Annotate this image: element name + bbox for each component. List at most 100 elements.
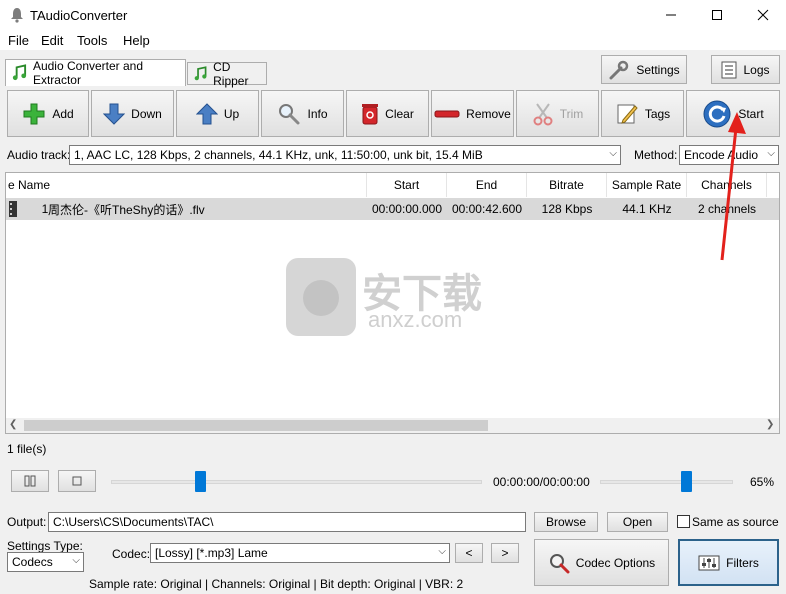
menu-bar: File Edit Tools Help: [0, 30, 786, 50]
menu-tools[interactable]: Tools: [77, 33, 107, 48]
volume-slider-track[interactable]: [600, 480, 733, 484]
chevron-down-icon: ⌵: [72, 555, 80, 566]
codec-label: Codec:: [112, 547, 151, 561]
minimize-icon: [666, 14, 676, 16]
app-bell-icon: [11, 8, 23, 23]
minus-icon: [434, 110, 460, 117]
volume-slider-thumb[interactable]: [681, 471, 693, 492]
method-label: Method:: [634, 148, 678, 162]
tab-cd-ripper-label: CD Ripper: [213, 59, 249, 88]
tags-button-label: Tags: [644, 106, 671, 121]
audio-track-value: 1, AAC LC, 128 Kbps, 2 channels, 44.1 KH…: [74, 148, 483, 162]
menu-file[interactable]: File: [8, 33, 29, 48]
maximize-icon: [712, 10, 722, 20]
player-time: 00:00:00/00:00:00: [493, 475, 590, 489]
scroll-right-icon[interactable]: ❯: [766, 419, 774, 430]
column-header-bitrate[interactable]: Bitrate: [527, 173, 607, 197]
remove-button-label: Remove: [466, 106, 511, 121]
filters-button[interactable]: Filters: [678, 539, 779, 586]
menu-help[interactable]: Help: [123, 33, 150, 48]
settings-type-label: Settings Type:: [7, 539, 83, 553]
settings-type-value: Codecs: [12, 555, 53, 569]
file-count: 1 file(s): [7, 442, 47, 456]
remove-button[interactable]: Remove: [431, 90, 514, 137]
audio-track-label: Audio track:: [7, 148, 71, 162]
column-header-name[interactable]: e Name: [6, 173, 367, 197]
audio-track-select[interactable]: 1, AAC LC, 128 Kbps, 2 channels, 44.1 KH…: [69, 145, 621, 165]
codec-value: [Lossy] [*.mp3] Lame: [155, 546, 268, 560]
chevron-down-icon: ⌵: [609, 148, 617, 159]
settings-button-label: Settings: [636, 62, 680, 77]
plus-icon: [23, 103, 45, 124]
filters-label: Filters: [726, 555, 759, 570]
watermark-shield-icon: [286, 258, 356, 336]
column-header-sample-rate[interactable]: Sample Rate: [607, 173, 687, 197]
menu-edit[interactable]: Edit: [41, 33, 63, 48]
tab-cd-ripper[interactable]: CD Ripper: [187, 59, 267, 88]
tags-button[interactable]: Tags: [601, 90, 684, 137]
trash-can-icon: [362, 103, 379, 124]
row-end: 00:00:42.600: [451, 202, 523, 216]
settings-type-select[interactable]: Codecs ⌵: [7, 552, 84, 572]
codec-next-label: >: [501, 546, 509, 560]
codec-next-button[interactable]: >: [491, 543, 519, 563]
video-file-icon: [9, 201, 17, 217]
settings-button[interactable]: Settings: [601, 55, 687, 84]
up-button[interactable]: Up: [176, 90, 259, 137]
codec-prev-label: <: [465, 546, 473, 560]
browse-button-label: Browse: [545, 515, 586, 529]
logs-button[interactable]: Logs: [711, 55, 780, 84]
column-header-end[interactable]: End: [447, 173, 527, 197]
clear-button[interactable]: Clear: [346, 90, 429, 137]
row-sample-rate: 44.1 KHz: [622, 202, 672, 216]
row-start: 00:00:00.000: [371, 202, 443, 216]
title-bar: TAudioConverter: [0, 0, 786, 30]
position-slider-thumb[interactable]: [195, 471, 207, 492]
add-button[interactable]: Add: [7, 90, 89, 137]
codec-options-label: Codec Options: [575, 555, 656, 570]
output-path-value: C:\Users\CS\Documents\TAC\: [53, 515, 214, 529]
info-button[interactable]: Info: [261, 90, 344, 137]
open-button[interactable]: Open: [607, 512, 668, 532]
chevron-down-icon: ⌵: [438, 546, 446, 557]
scroll-left-icon[interactable]: ❮: [9, 419, 17, 430]
column-header-start[interactable]: Start: [367, 173, 447, 197]
browse-button[interactable]: Browse: [534, 512, 598, 532]
output-path-field[interactable]: C:\Users\CS\Documents\TAC\: [48, 512, 526, 532]
equalizer-filter-icon: [698, 555, 720, 570]
close-button[interactable]: [740, 0, 786, 30]
codec-prev-button[interactable]: <: [455, 543, 483, 563]
arrow-down-icon: [103, 103, 126, 125]
minimize-button[interactable]: [648, 0, 694, 30]
tab-audio-converter[interactable]: Audio Converter and Extractor: [5, 59, 186, 87]
trim-button-label: Trim: [559, 106, 584, 121]
open-button-label: Open: [622, 515, 653, 529]
up-button-label: Up: [223, 106, 240, 121]
row-file-name: 周杰伦-《听TheShy的话》.flv: [48, 202, 205, 217]
down-button-label: Down: [131, 106, 162, 121]
tab-audio-converter-label: Audio Converter and Extractor: [32, 59, 144, 87]
close-icon: [757, 9, 769, 21]
codec-options-button[interactable]: Codec Options: [534, 539, 669, 586]
same-as-source-checkbox[interactable]: [677, 515, 690, 528]
position-slider-track[interactable]: [111, 480, 482, 484]
horizontal-scrollbar[interactable]: ❮ ❯: [6, 418, 779, 433]
file-list[interactable]: e Name Start End Bitrate Sample Rate Cha…: [5, 172, 780, 434]
music-note-icon: [12, 64, 27, 81]
trim-button[interactable]: Trim: [516, 90, 599, 137]
maximize-button[interactable]: [694, 0, 740, 30]
scrollbar-thumb[interactable]: [24, 420, 488, 431]
annotation-arrow-icon: [720, 112, 746, 261]
pause-button[interactable]: [11, 470, 49, 492]
volume-percent: 65%: [750, 475, 775, 489]
same-as-source-label: Same as source: [692, 515, 779, 529]
output-label: Output:: [7, 515, 47, 529]
stop-icon: [72, 476, 82, 486]
add-button-label: Add: [52, 106, 74, 121]
status-line: Sample rate: Original | Channels: Origin…: [89, 577, 464, 591]
down-button[interactable]: Down: [91, 90, 174, 137]
stop-button[interactable]: [58, 470, 96, 492]
codec-select[interactable]: [Lossy] [*.mp3] Lame ⌵: [150, 543, 450, 563]
chevron-down-icon: ⌵: [767, 148, 775, 159]
pencil-icon: [617, 104, 638, 124]
